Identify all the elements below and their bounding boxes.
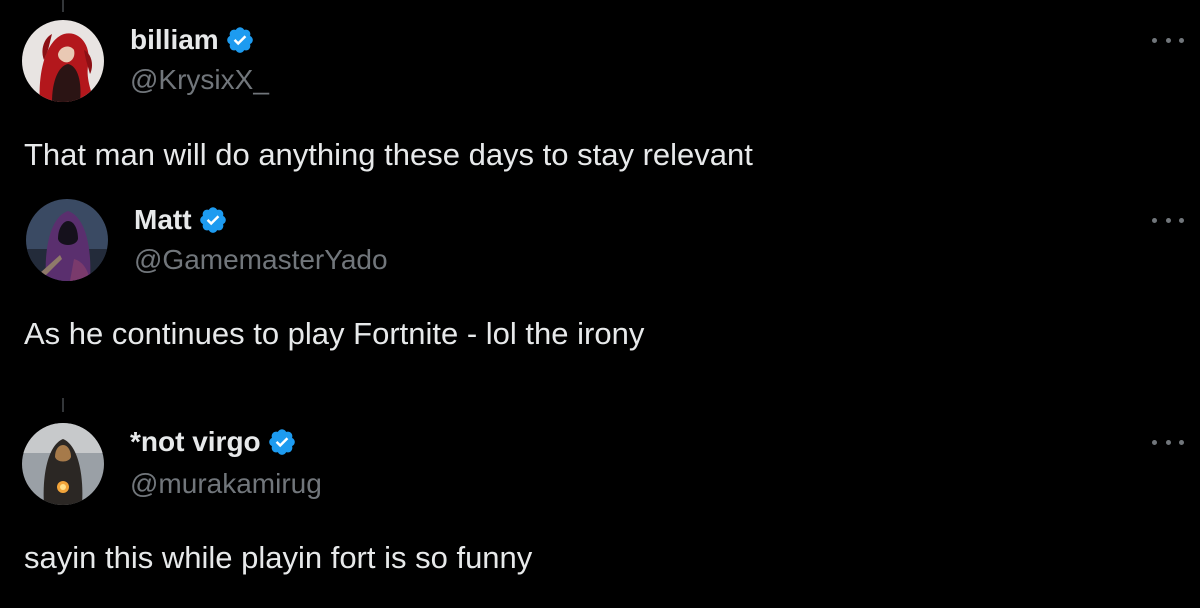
- user-handle[interactable]: @murakamirug: [130, 468, 322, 500]
- verified-badge-icon: [226, 27, 253, 53]
- verified-badge-icon: [199, 207, 226, 233]
- post-1[interactable]: billiam @KrysixX_ That man will do anyth…: [0, 0, 1200, 190]
- avatar[interactable]: [22, 20, 104, 102]
- avatar-hooded-figure-icon: [26, 199, 108, 281]
- verified-badge-icon: [268, 429, 295, 455]
- post-text: That man will do anything these days to …: [24, 137, 753, 172]
- display-name[interactable]: *not virgo: [130, 426, 261, 458]
- post-text: sayin this while playin fort is so funny: [24, 540, 533, 575]
- post-text: As he continues to play Fortnite - lol t…: [24, 316, 645, 351]
- post-3[interactable]: *not virgo @murakamirug sayin this while…: [0, 400, 1200, 608]
- display-name[interactable]: billiam: [130, 24, 219, 56]
- user-handle[interactable]: @GamemasterYado: [134, 244, 388, 276]
- avatar-red-haired-character-icon: [22, 20, 104, 102]
- avatar[interactable]: [22, 423, 104, 505]
- display-name[interactable]: Matt: [134, 204, 192, 236]
- post-2[interactable]: Matt @GamemasterYado As he continues to …: [0, 190, 1200, 400]
- more-options-icon[interactable]: [1152, 32, 1184, 48]
- avatar[interactable]: [26, 199, 108, 281]
- avatar-hooded-lantern-figure-icon: [22, 423, 104, 505]
- more-options-icon[interactable]: [1152, 434, 1184, 450]
- more-options-icon[interactable]: [1152, 212, 1184, 228]
- user-handle[interactable]: @KrysixX_: [130, 64, 269, 96]
